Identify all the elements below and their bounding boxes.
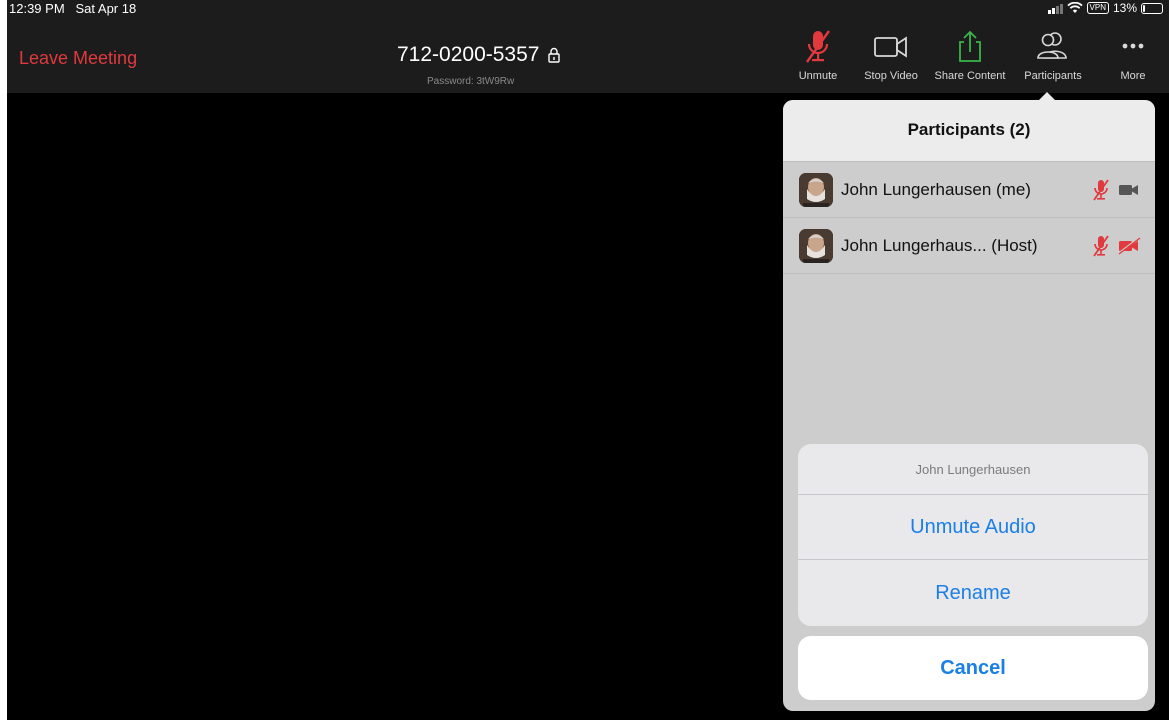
meeting-toolbar: Leave Meeting 712-0200-5357 Password: 3t…	[7, 18, 1169, 93]
participant-name: John Lungerhausen (me)	[841, 179, 1031, 199]
avatar	[799, 172, 833, 207]
battery-fill	[1143, 4, 1145, 12]
mic-muted-icon	[1093, 234, 1109, 257]
clock-time: 12:39 PM	[9, 1, 65, 16]
action-sheet-title: John Lungerhausen	[798, 444, 1148, 495]
cancel-button[interactable]: Cancel	[798, 636, 1148, 700]
video-off-icon	[1117, 236, 1141, 255]
unmute-label: Unmute	[798, 70, 838, 82]
stop-video-button[interactable]: Stop Video	[846, 28, 936, 82]
battery-percent: 13%	[1112, 1, 1137, 15]
more-label: More	[1120, 70, 1146, 82]
meeting-id[interactable]: 712-0200-5357	[397, 43, 561, 67]
video-camera-icon	[874, 36, 907, 58]
more-button[interactable]: More	[1088, 28, 1169, 82]
participant-name: John Lungerhaus... (Host)	[841, 235, 1038, 255]
meeting-id-text: 712-0200-5357	[397, 43, 540, 66]
video-camera-icon	[1119, 184, 1138, 195]
share-icon	[959, 30, 981, 62]
participants-header: Participants (2)	[783, 100, 1155, 162]
share-content-button[interactable]: Share Content	[925, 28, 1015, 82]
more-icon	[1122, 43, 1144, 49]
status-right: VPN 13%	[1047, 1, 1163, 15]
lock-icon	[548, 47, 561, 63]
participants-icon	[1037, 32, 1067, 59]
share-content-label: Share Content	[934, 70, 1006, 82]
meeting-password: Password: 3tW9Rw	[427, 76, 515, 87]
status-time: 12:39 PM Sat Apr 18	[9, 1, 136, 16]
mic-muted-icon	[1093, 178, 1109, 201]
avatar	[799, 228, 833, 263]
participant-row[interactable]: John Lungerhausen (me)	[783, 162, 1155, 218]
unmute-audio-button[interactable]: Unmute Audio	[798, 495, 1148, 560]
avatar-image	[799, 172, 833, 207]
leave-meeting-button[interactable]: Leave Meeting	[19, 48, 137, 69]
battery-icon	[1141, 2, 1163, 14]
stop-video-label: Stop Video	[864, 70, 918, 82]
avatar-image	[799, 228, 833, 263]
participants-label: Participants	[1024, 70, 1082, 82]
clock-date: Sat Apr 18	[75, 1, 137, 16]
mic-muted-icon	[806, 30, 830, 63]
participants-button[interactable]: Participants	[1008, 28, 1098, 82]
vpn-badge: VPN	[1086, 2, 1109, 14]
signal-icon	[1047, 3, 1063, 14]
action-sheet: John Lungerhausen Unmute Audio Rename	[798, 444, 1148, 626]
participant-row[interactable]: John Lungerhaus... (Host)	[783, 218, 1155, 274]
wifi-icon	[1066, 2, 1083, 13]
participants-title: Participants (2)	[907, 120, 1031, 139]
rename-button[interactable]: Rename	[798, 561, 1148, 626]
status-bar: 12:39 PM Sat Apr 18 VPN 13%	[7, 0, 1169, 18]
